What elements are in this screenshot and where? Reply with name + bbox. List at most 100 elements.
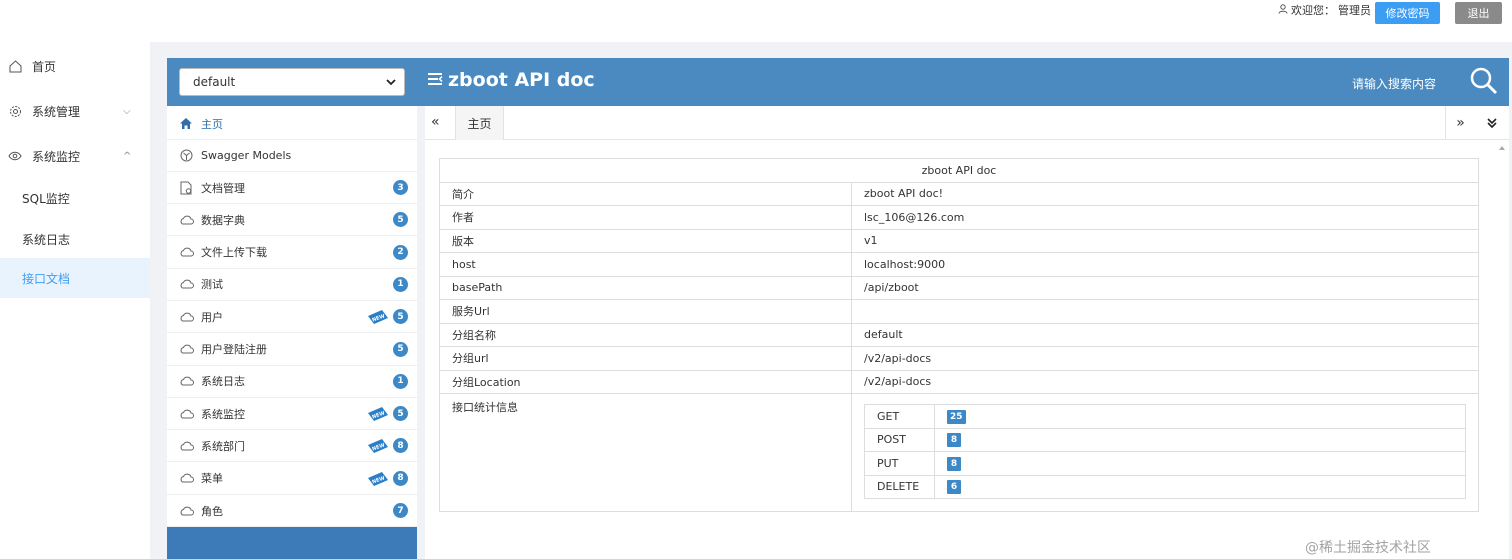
cloud-icon <box>178 279 194 289</box>
nav-item-tag[interactable]: 文件上传下载 2 <box>167 237 417 269</box>
username: 管理员 <box>1338 4 1371 17</box>
nav-item-label: 测试 <box>201 278 223 292</box>
nav-item-tag[interactable]: 用户 NEW 5 <box>167 301 417 334</box>
table-row: POST 8 <box>864 427 1466 452</box>
table-row: 简介 zboot API doc! <box>439 181 1479 206</box>
new-badge-icon: NEW <box>368 407 388 422</box>
method-count-badge: 8 <box>947 456 961 471</box>
home-icon <box>178 117 194 130</box>
info-key: host <box>439 252 852 277</box>
info-value: /api/zboot <box>851 275 1479 300</box>
tab-menu-icon[interactable] <box>1477 106 1507 140</box>
cloud-icon <box>178 376 194 386</box>
table-row: GET 25 <box>864 404 1466 429</box>
nav-item-label: 系统监控 <box>201 407 245 421</box>
user-icon <box>1278 3 1288 17</box>
method-count-cell: 8 <box>934 427 1466 452</box>
chevron-down-icon <box>385 76 397 91</box>
top-bar: 欢迎您： 管理员 修改密码 退出 <box>0 0 1512 42</box>
info-key: 作者 <box>439 205 852 230</box>
nav-item-tag[interactable]: 测试 1 <box>167 269 417 301</box>
nav-item-tag[interactable]: 菜单 NEW 8 <box>167 463 417 495</box>
chevron-up-icon: ^ <box>123 150 132 162</box>
system-sidebar: 首页 系统管理 ⌵ 系统监控 ^ SQL监控 系统日志 接口文档 <box>0 42 150 559</box>
http-method: PUT <box>864 451 935 476</box>
table-row: DELETE 6 <box>864 474 1466 499</box>
count-badge: 5 <box>393 341 408 357</box>
count-badge: 1 <box>393 373 408 389</box>
count-badge: 8 <box>393 438 408 454</box>
sidebar-item-system-monitor[interactable]: 系统监控 ^ <box>0 136 150 176</box>
new-badge-icon: NEW <box>368 310 388 325</box>
info-key: 版本 <box>439 228 852 253</box>
nav-item-label: 用户登陆注册 <box>201 343 267 356</box>
nav-item-label: 用户 <box>201 310 223 324</box>
scrollbar[interactable] <box>1497 142 1507 559</box>
stats-cell: GET 25 POST 8 PUT 8 DELETE 6 <box>851 393 1479 512</box>
method-count-cell: 25 <box>934 404 1466 429</box>
nav-item-tag[interactable]: 数据字典 5 <box>167 204 417 237</box>
new-badge-icon: NEW <box>368 471 388 486</box>
http-method: GET <box>864 404 935 429</box>
table-row: 作者 lsc_106@126.com <box>439 205 1479 230</box>
sidebar-item-api-docs[interactable]: 接口文档 <box>0 258 150 298</box>
models-icon <box>178 149 194 162</box>
nav-item-label: Swagger Models <box>201 149 292 162</box>
sidebar-item-system-management[interactable]: 系统管理 ⌵ <box>0 91 150 131</box>
sidebar-item-system-log[interactable]: 系统日志 <box>0 219 150 259</box>
nav-item-tag[interactable]: 系统部门 NEW 8 <box>167 430 417 463</box>
http-method: DELETE <box>864 474 935 499</box>
info-key: 分组url <box>439 346 852 371</box>
info-value: /v2/api-docs <box>851 346 1479 371</box>
nav-item-label: 系统日志 <box>201 375 245 389</box>
nav-item-tag[interactable]: 用户登陆注册 5 <box>167 334 417 366</box>
logout-button[interactable]: 退出 <box>1455 2 1502 24</box>
cloud-icon <box>178 506 194 516</box>
nav-item-label: 数据字典 <box>201 213 245 227</box>
nav-item-tag[interactable]: 系统日志 1 <box>167 366 417 398</box>
tab-home[interactable]: 主页 <box>455 106 504 140</box>
sidebar-item-label: 接口文档 <box>22 271 71 286</box>
method-count-cell: 8 <box>934 451 1466 476</box>
scroll-left-icon[interactable]: « <box>431 114 440 130</box>
method-count-badge: 8 <box>947 433 961 448</box>
info-key: 分组名称 <box>439 322 852 347</box>
sidebar-item-sql-monitor[interactable]: SQL监控 <box>0 178 150 218</box>
cloud-icon <box>178 215 194 225</box>
watermark: @稀土掘金技术社区 <box>1305 540 1431 556</box>
info-value: default <box>851 322 1479 347</box>
method-count-badge: 25 <box>947 409 966 424</box>
doc-title: zboot API doc <box>427 69 595 91</box>
menu-toggle-icon[interactable] <box>427 69 443 91</box>
group-select[interactable]: default <box>179 68 405 96</box>
info-value: localhost:9000 <box>851 252 1479 277</box>
sidebar-item-label: SQL监控 <box>22 191 70 206</box>
cloud-icon <box>178 344 194 354</box>
doc-nav: 主页 Swagger Models 文档管理 3 数据字典 5 文件上传下载 2 测试 1 用户… <box>167 106 417 559</box>
sidebar-item-label: 系统监控 <box>32 149 81 164</box>
count-badge: 1 <box>393 276 408 292</box>
nav-item-home[interactable]: 主页 <box>167 108 417 140</box>
nav-item-tag[interactable]: 角色 7 <box>167 495 417 527</box>
new-badge-icon: NEW <box>368 439 388 454</box>
scroll-right-icon[interactable]: » <box>1445 106 1475 140</box>
search-icon[interactable] <box>1469 66 1499 99</box>
search-input[interactable]: 请输入搜索内容 <box>1352 75 1436 92</box>
nav-item-swagger-models[interactable]: Swagger Models <box>167 140 417 172</box>
table-row: host localhost:9000 <box>439 252 1479 277</box>
info-key: 分组Location <box>439 369 852 394</box>
count-badge: 7 <box>393 503 408 518</box>
nav-item-label: 菜单 <box>201 472 223 486</box>
nav-item-tag[interactable]: 系统监控 NEW 5 <box>167 398 417 431</box>
doc-header: default zboot API doc 请输入搜索内容 <box>167 58 1509 106</box>
count-badge: 8 <box>393 470 408 486</box>
stats-table: GET 25 POST 8 PUT 8 DELETE 6 <box>864 404 1466 499</box>
change-password-button[interactable]: 修改密码 <box>1375 2 1440 24</box>
cloud-icon <box>178 409 194 419</box>
nav-item-tag[interactable]: 文档管理 3 <box>167 172 417 204</box>
stats-label: 接口统计信息 <box>439 393 852 512</box>
api-info-title: zboot API doc <box>439 158 1479 183</box>
gear-icon <box>8 104 22 118</box>
sidebar-item-home[interactable]: 首页 <box>0 46 150 86</box>
nav-footer <box>167 527 417 559</box>
